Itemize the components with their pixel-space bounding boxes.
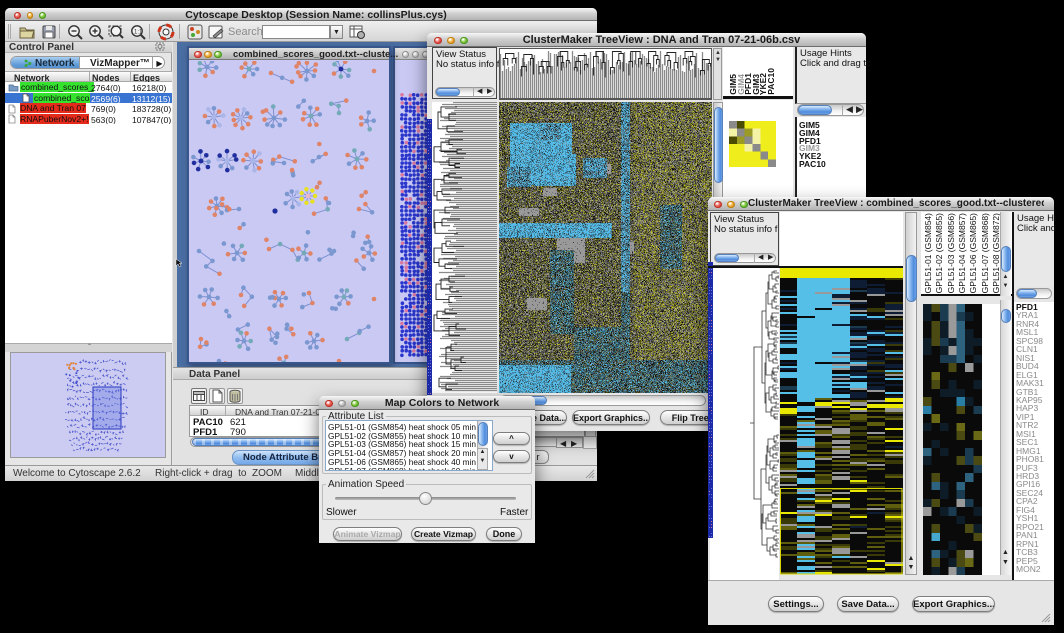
svg-text:1:1: 1:1 — [134, 30, 143, 36]
